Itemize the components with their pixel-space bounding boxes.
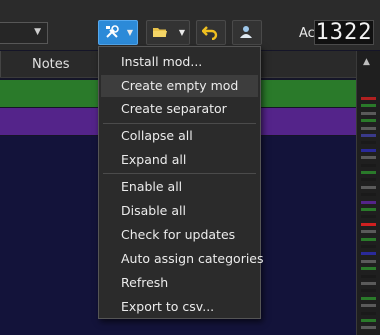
scrollbar-marker [361, 274, 376, 278]
chevron-down-icon: ▼ [126, 28, 133, 37]
scroll-up-icon[interactable]: ▲ [363, 57, 370, 67]
scrollbar-marker [361, 289, 376, 293]
scrollbar-marker [361, 119, 376, 123]
scrollbar-marker [361, 134, 376, 137]
scrollbar-marker [361, 178, 376, 182]
scrollbar-marker [361, 252, 376, 256]
active-count-display: 1322 [314, 20, 374, 45]
open-folder-button[interactable]: ▼ [146, 20, 190, 45]
undo-button[interactable] [196, 20, 226, 45]
scrollbar-marker [361, 304, 376, 308]
menu-item-auto-assign-categories[interactable]: Auto assign categories [101, 248, 264, 270]
menu-item-enable-all[interactable]: Enable all [101, 176, 258, 198]
chevron-down-icon: ▼ [178, 28, 185, 37]
scrollbar-marker [361, 319, 376, 322]
scrollbar-marker [361, 193, 376, 197]
scrollbar-marker [361, 237, 376, 241]
scrollbar-marker [361, 222, 376, 226]
menu-separator [103, 123, 256, 124]
profile-button[interactable] [232, 20, 262, 45]
scrollbar-marker [361, 148, 376, 152]
tools-button[interactable]: ▼ [98, 20, 138, 45]
scrollbar-marker [361, 200, 376, 204]
scrollbar-marker [361, 267, 376, 271]
menu-separator [103, 173, 256, 174]
tools-icon [106, 25, 119, 38]
scrollbar-marker [361, 163, 376, 167]
scrollbar-marker [361, 245, 376, 248]
menu-item-create-separator[interactable]: Create separator [101, 98, 258, 120]
menu-item-install-mod[interactable]: Install mod... [101, 51, 258, 73]
scrollbar-marker [361, 97, 376, 100]
scrollbar-marker [361, 230, 376, 234]
scrollbar-marker [361, 296, 376, 300]
scrollbar-marker [361, 171, 376, 174]
menu-item-disable-all[interactable]: Disable all [101, 200, 258, 222]
scrollbar-marker [361, 215, 376, 219]
chevron-down-icon: ▼ [34, 27, 41, 37]
column-notes[interactable]: Notes [32, 57, 70, 72]
scrollbar-marker [361, 111, 376, 115]
folder-icon [153, 28, 167, 37]
menu-item-collapse-all[interactable]: Collapse all [101, 125, 258, 147]
scrollbar-marker [361, 126, 376, 130]
menu-item-refresh[interactable]: Refresh [101, 272, 258, 294]
scrollbar[interactable]: ▲ [356, 51, 380, 335]
profile-icon [240, 26, 252, 38]
scrollbar-marker [361, 156, 376, 160]
profile-dropdown[interactable]: ▼ [0, 22, 48, 44]
column-divider [0, 51, 1, 77]
scrollbar-marker [361, 326, 376, 330]
scrollbar-marker [361, 208, 376, 211]
menu-item-check-for-updates[interactable]: Check for updates [101, 224, 258, 246]
scrollbar-marker [361, 282, 376, 285]
toolbar: ▼ ▼ ▼ Active: 1322 [0, 0, 380, 50]
undo-arrow-icon [202, 26, 218, 40]
scrollbar-marker [361, 259, 376, 263]
menu-item-export-csv[interactable]: Export to csv... [101, 296, 258, 318]
scrollbar-marker [361, 104, 376, 108]
menu-item-expand-all[interactable]: Expand all [101, 149, 258, 171]
scrollbar-marker [361, 141, 376, 145]
tools-menu: Install mod... Create empty mod Create s… [98, 46, 264, 319]
menu-item-create-empty-mod[interactable]: Create empty mod [101, 75, 258, 97]
scrollbar-marker [361, 311, 376, 315]
scrollbar-marker [361, 185, 376, 189]
